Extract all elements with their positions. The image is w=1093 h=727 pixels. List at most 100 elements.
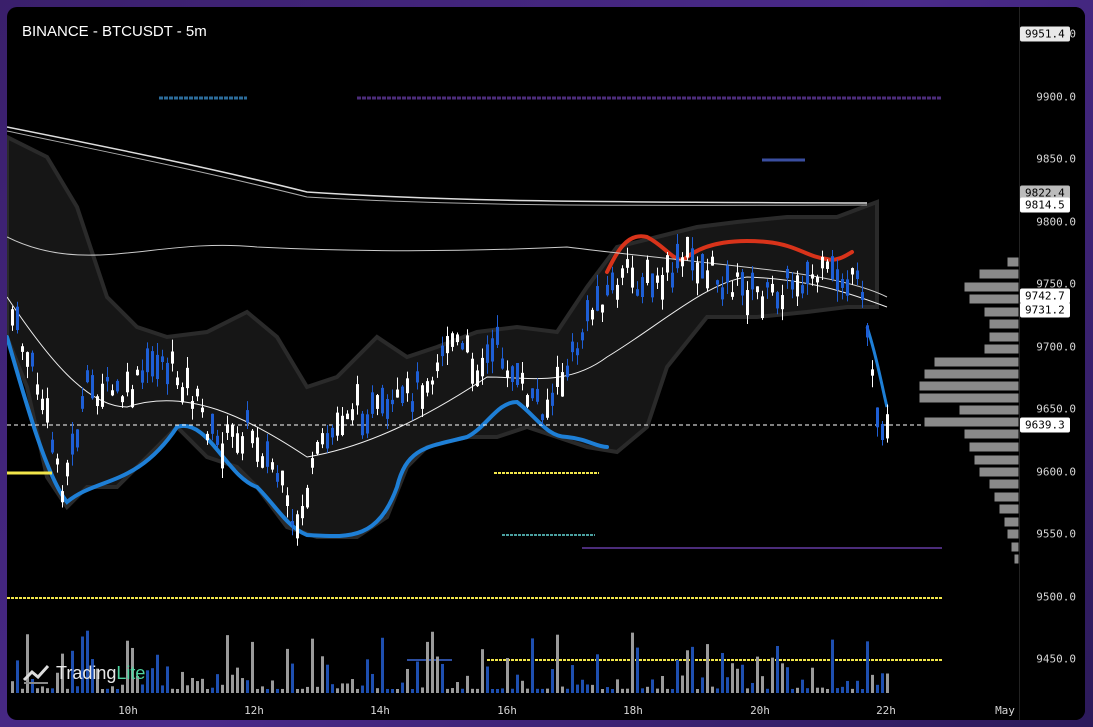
volume-bar: [216, 674, 219, 693]
candle-body: [206, 433, 209, 441]
volume-bar: [431, 631, 434, 693]
volume-bar: [766, 688, 769, 693]
candle-body: [866, 325, 869, 338]
candle-body: [541, 414, 544, 421]
candle-body: [626, 259, 629, 268]
candle-body: [751, 272, 754, 290]
lower-band-line-right: [865, 326, 889, 408]
volume-profile-bar: [988, 318, 1020, 330]
ma-long-1: [7, 126, 868, 204]
volume-bar: [366, 659, 369, 693]
volume-bar: [591, 684, 594, 693]
volume-bar: [581, 679, 584, 693]
volume-profile-bar: [978, 268, 1020, 280]
volume-bar: [481, 649, 484, 693]
volume-bar: [356, 688, 359, 693]
volume-bar: [46, 688, 49, 693]
volume-bar: [716, 688, 719, 693]
candle-body: [776, 292, 779, 309]
candle-body: [136, 369, 139, 376]
volume-bar: [176, 688, 179, 693]
candle-body: [281, 470, 284, 486]
candle-body: [71, 433, 74, 455]
candle-body: [56, 458, 59, 465]
volume-bar: [446, 688, 449, 693]
volume-bar: [756, 656, 759, 693]
candle-body: [526, 395, 529, 407]
volume-bar: [251, 641, 254, 693]
volume-profile-bar: [993, 491, 1020, 503]
volume-bar: [746, 688, 749, 693]
candle-body: [16, 306, 19, 331]
candle-body: [731, 292, 734, 297]
candle-body: [661, 274, 664, 300]
volume-bar: [416, 661, 419, 693]
volume-bar: [616, 679, 619, 693]
candle-body: [686, 236, 689, 258]
volume-bar: [281, 688, 284, 693]
volume-bar: [886, 673, 889, 693]
volume-bar: [851, 688, 854, 693]
volume-bar: [646, 686, 649, 693]
candle-body: [691, 248, 694, 271]
volume-profile-bar: [998, 503, 1020, 515]
candle-body: [111, 390, 114, 396]
volume-bar: [651, 679, 654, 693]
volume-profile-bar: [918, 392, 1020, 404]
volume-profile-bar: [1006, 256, 1020, 268]
price-chart[interactable]: [7, 7, 1085, 720]
candle-body: [11, 309, 14, 326]
volume-bar: [846, 680, 849, 693]
volume-profile-bar: [1003, 516, 1020, 528]
candle-body: [431, 380, 434, 385]
candle-body: [256, 437, 259, 462]
candle-body: [576, 348, 579, 356]
price-axis[interactable]: 9950.0 9900.0 9850.0 9800.0 9750.0 9700.…: [1019, 7, 1085, 720]
candle-body: [781, 295, 784, 310]
volume-bar: [236, 667, 239, 693]
candle-body: [836, 269, 839, 291]
ma-long-2: [7, 130, 868, 206]
volume-bar: [106, 688, 109, 693]
volume-bar: [316, 686, 319, 693]
volume-bar: [341, 683, 344, 693]
chart-window: BINANCE - BTCUSDT - 5m 9950.0 9900.0 985…: [7, 7, 1085, 720]
volume-bar: [406, 668, 409, 693]
volume-bar: [116, 689, 119, 693]
volume-bar: [631, 632, 634, 693]
candle-body: [251, 430, 254, 444]
volume-bar: [751, 682, 754, 693]
candle-body: [561, 372, 564, 397]
volume-bar: [141, 684, 144, 693]
candle-body: [411, 401, 414, 412]
candle-body: [701, 254, 704, 279]
volume-bar: [771, 657, 774, 693]
candle-body: [116, 380, 119, 392]
candle-body: [166, 362, 169, 385]
candle-body: [156, 354, 159, 380]
candle-body: [556, 366, 559, 387]
volume-bar: [786, 667, 789, 693]
candle-body: [361, 413, 364, 436]
volume-bar: [841, 686, 844, 693]
volume-bar: [621, 688, 624, 693]
candle-body: [466, 335, 469, 353]
volume-bar: [816, 687, 819, 693]
candle-body: [656, 275, 659, 283]
volume-bar: [286, 648, 289, 693]
volume-bar: [486, 666, 489, 693]
price-tick-9650: 9650.0: [1036, 402, 1076, 416]
volume-profile-bar: [958, 404, 1020, 416]
volume-profile-bar: [968, 441, 1020, 453]
candle-body: [566, 365, 569, 378]
candle-body: [386, 399, 389, 419]
candle-body: [341, 415, 344, 436]
price-tick-9900: 9900.0: [1036, 90, 1076, 104]
volume-bar: [551, 669, 554, 693]
volume-bar: [531, 638, 534, 693]
time-tick-10h: 10h: [118, 704, 138, 717]
candle-body: [246, 410, 249, 423]
candle-body: [381, 387, 384, 414]
candle-body: [811, 274, 814, 279]
candle-body: [531, 388, 534, 399]
